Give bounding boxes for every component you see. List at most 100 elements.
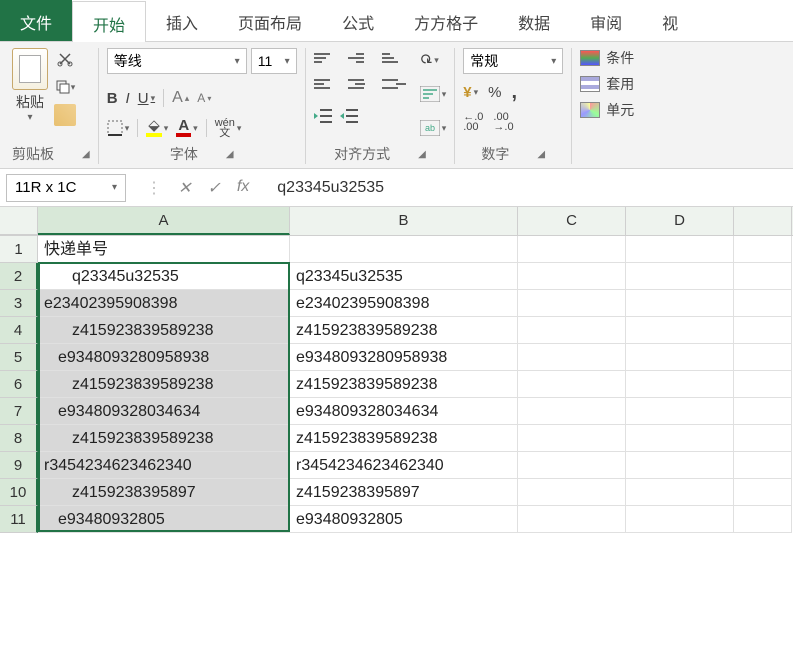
cut-button[interactable] [54, 48, 76, 70]
orientation-button[interactable]: ⟳▾ [420, 48, 447, 72]
italic-button[interactable]: I [126, 86, 130, 110]
cell[interactable]: z4159238395897 [38, 479, 290, 506]
cell[interactable]: e23402395908398 [38, 290, 290, 317]
cell[interactable] [734, 452, 792, 479]
shrink-font-button[interactable]: A▾ [197, 86, 211, 110]
cell[interactable] [626, 506, 734, 533]
cell[interactable]: e93480932805 [290, 506, 518, 533]
cell[interactable]: q23345u32535 [290, 263, 518, 290]
cell[interactable]: 快递单号 [38, 236, 290, 263]
cell[interactable] [518, 452, 626, 479]
align-right-button[interactable] [382, 74, 406, 94]
cancel-formula-button[interactable]: ✕ [178, 178, 191, 198]
cell[interactable] [518, 344, 626, 371]
row-header[interactable]: 7 [0, 398, 38, 425]
cell[interactable]: z415923839589238 [38, 425, 290, 452]
fill-color-button[interactable]: ⬙▾ [146, 116, 168, 140]
cell[interactable] [734, 290, 792, 317]
name-box[interactable]: 11R x 1C ▾ [6, 174, 126, 202]
cell[interactable] [518, 290, 626, 317]
row-header[interactable]: 8 [0, 425, 38, 452]
row-header[interactable]: 5 [0, 344, 38, 371]
comma-button[interactable]: , [511, 80, 517, 104]
cell[interactable]: z415923839589238 [290, 317, 518, 344]
tab-data[interactable]: 数据 [498, 0, 570, 41]
row-header[interactable]: 11 [0, 506, 38, 533]
column-header-b[interactable]: B [290, 207, 518, 235]
grow-font-button[interactable]: A▴ [172, 86, 189, 110]
number-format-combo[interactable]: 常规 ▾ [463, 48, 563, 74]
cell[interactable]: r3454234623462340 [38, 452, 290, 479]
cell[interactable] [626, 317, 734, 344]
cell[interactable] [734, 236, 792, 263]
underline-button[interactable]: U▾ [138, 86, 155, 110]
column-header-c[interactable]: C [518, 207, 626, 235]
cell[interactable] [734, 263, 792, 290]
align-center-button[interactable] [348, 74, 372, 94]
cell[interactable] [734, 479, 792, 506]
cell[interactable] [626, 263, 734, 290]
cell[interactable] [518, 317, 626, 344]
format-as-table-button[interactable]: 套用 [580, 74, 634, 94]
cell[interactable] [518, 371, 626, 398]
tab-view[interactable]: 视 [642, 0, 698, 41]
cell[interactable]: q23345u32535 [38, 263, 290, 290]
cell[interactable] [734, 425, 792, 452]
percent-button[interactable]: % [488, 80, 501, 104]
borders-button[interactable]: ▾ [107, 116, 130, 140]
font-launcher[interactable]: ◢ [226, 149, 234, 160]
cell[interactable] [518, 263, 626, 290]
cell[interactable]: z415923839589238 [290, 371, 518, 398]
cell[interactable] [734, 398, 792, 425]
currency-button[interactable]: ¥▾ [463, 80, 478, 104]
align-top-button[interactable] [314, 48, 338, 68]
cell[interactable] [626, 398, 734, 425]
insert-function-button[interactable]: fx [237, 178, 249, 198]
row-header[interactable]: 9 [0, 452, 38, 479]
cell[interactable] [626, 371, 734, 398]
cell[interactable] [518, 506, 626, 533]
accept-formula-button[interactable]: ✓ [207, 178, 220, 198]
cell[interactable]: z4159238395897 [290, 479, 518, 506]
column-header-a[interactable]: A [38, 207, 290, 235]
wrap-text-button[interactable]: ▾ [420, 82, 447, 106]
cell[interactable] [626, 425, 734, 452]
cell[interactable]: z415923839589238 [290, 425, 518, 452]
cell[interactable] [518, 236, 626, 263]
tab-ffgz[interactable]: 方方格子 [394, 0, 498, 41]
cell[interactable] [734, 317, 792, 344]
cell[interactable]: e934809328034634 [38, 398, 290, 425]
merge-button[interactable]: ab ▾ [420, 116, 447, 140]
font-color-button[interactable]: A▾ [176, 116, 197, 140]
bold-button[interactable]: B [107, 86, 118, 110]
cell[interactable] [734, 371, 792, 398]
align-left-button[interactable] [314, 74, 338, 94]
row-header[interactable]: 3 [0, 290, 38, 317]
decrease-decimal-button[interactable]: .00 →.0 [493, 110, 513, 134]
tab-review[interactable]: 审阅 [570, 0, 642, 41]
cell[interactable]: e23402395908398 [290, 290, 518, 317]
format-painter-button[interactable] [54, 104, 76, 126]
cell[interactable] [734, 344, 792, 371]
align-bottom-button[interactable] [382, 48, 406, 68]
row-header[interactable]: 6 [0, 371, 38, 398]
cell[interactable]: e9348093280958938 [290, 344, 518, 371]
cell[interactable]: z415923839589238 [38, 317, 290, 344]
alignment-launcher[interactable]: ◢ [418, 149, 426, 160]
paste-button[interactable]: 粘贴 ▾ [12, 48, 48, 123]
tab-home[interactable]: 开始 [72, 1, 146, 42]
cell-styles-button[interactable]: 单元 [580, 100, 634, 120]
cell[interactable]: r3454234623462340 [290, 452, 518, 479]
clipboard-launcher[interactable]: ◢ [82, 149, 90, 160]
cell[interactable] [518, 425, 626, 452]
cell[interactable] [626, 452, 734, 479]
increase-indent-button[interactable] [340, 104, 358, 128]
font-name-combo[interactable]: 等线 ▾ [107, 48, 247, 74]
tab-insert[interactable]: 插入 [146, 0, 218, 41]
phonetic-button[interactable]: wén文 ▾ [215, 116, 242, 140]
align-middle-button[interactable] [348, 48, 372, 68]
column-header-d[interactable]: D [626, 207, 734, 235]
select-all-corner[interactable] [0, 207, 38, 235]
cell[interactable]: e93480932805 [38, 506, 290, 533]
cell[interactable] [626, 236, 734, 263]
